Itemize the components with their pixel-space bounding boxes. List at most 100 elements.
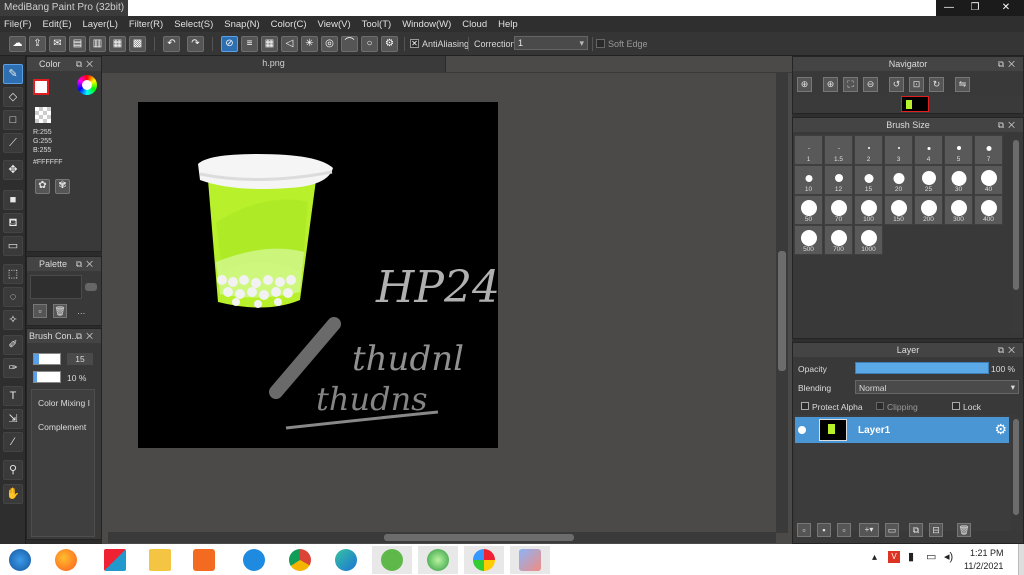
eyedropper-tool-icon[interactable]: ⚲ [3,460,23,480]
curve-snap-icon[interactable]: ⌒ [341,36,358,52]
clock-date[interactable]: 11/2/2021 [964,561,1003,571]
select-eraser-tool-icon[interactable]: ✑ [3,358,23,378]
merge-layer-icon[interactable]: ⊟ [929,523,943,537]
brush-size-slider[interactable] [33,353,61,365]
divide-tool-icon[interactable]: ⁄ [3,432,23,452]
brush-size-option[interactable]: 40 [974,165,1003,195]
tray-expand-icon[interactable]: ▴ [872,552,877,563]
redo-icon[interactable]: ↷ [187,36,204,52]
canvas-hscroll-thumb[interactable] [384,534,574,541]
correction-select[interactable]: 1 ▾ [514,36,588,50]
start-button[interactable] [0,546,40,574]
color-wheel-icon[interactable] [77,75,97,95]
perspective-snap-icon[interactable]: ◁ [281,36,298,52]
menu-cloud[interactable]: Cloud [462,19,487,30]
folder-icon[interactable]: ▭ [885,523,899,537]
medibang-icon[interactable] [464,546,504,574]
menu-edit[interactable]: Edit(E) [42,19,71,30]
visibility-icon[interactable] [798,426,806,434]
lasso-tool-icon[interactable]: ◌ [3,287,23,307]
brush-size-option[interactable]: 700 [824,225,853,255]
reset-rotation-icon[interactable]: ⊡ [909,77,924,92]
menu-snap[interactable]: Snap(N) [224,19,259,30]
clipping-checkbox[interactable] [876,402,884,410]
new-palette-icon[interactable]: ▫ [33,304,47,318]
gradient-tool-icon[interactable]: ▭ [3,236,23,256]
snap-off-icon[interactable]: ⊘ [221,36,238,52]
magic-wand-tool-icon[interactable]: ✧ [3,310,23,330]
brush-size-option[interactable]: 1.5 [824,135,853,165]
dot-tool-icon[interactable]: ⟋ [3,133,23,153]
vpn-icon[interactable] [418,546,458,574]
palette-scroll-thumb[interactable] [85,283,97,291]
canvas-vertical-scrollbar[interactable] [776,73,788,533]
protect-alpha-checkbox[interactable] [801,402,809,410]
show-desktop-button[interactable] [1018,544,1024,575]
palette-icon[interactable]: ✿ [35,179,50,194]
transparent-color-icon[interactable] [35,107,51,123]
brush-size-option[interactable]: 30 [944,165,973,195]
brush-opacity-slider[interactable] [33,371,61,383]
canvas-vscroll-thumb[interactable] [778,251,786,371]
layer-scrollbar[interactable] [1011,415,1021,531]
color-set-icon[interactable]: ✾ [55,179,70,194]
layer-row-layer1[interactable]: Layer1 ⚙ [795,417,1009,443]
chat-icon[interactable]: ✉ [49,36,66,52]
hand-tool-icon[interactable]: ✋ [3,484,23,504]
layer-settings-icon[interactable]: ⚙ [994,421,1007,438]
upload-icon[interactable]: ⇪ [29,36,46,52]
flip-icon[interactable]: ⇋ [955,77,970,92]
zoom-in-icon[interactable]: ⊕ [823,77,838,92]
brush-size-option[interactable]: 100 [854,195,883,225]
document-tab[interactable]: h.png [102,56,446,72]
new-halftone-layer-icon[interactable]: ▪ [817,523,831,537]
menu-layer[interactable]: Layer(L) [83,19,118,30]
move-tool-icon[interactable]: ✥ [3,160,23,180]
close-button[interactable]: ✕ [988,0,1024,16]
fit-view-icon[interactable]: ⛶ [843,77,858,92]
undo-icon[interactable]: ↶ [163,36,180,52]
brush-size-option[interactable]: 4 [914,135,943,165]
new-layer-icon[interactable]: ▫ [797,523,811,537]
menu-file[interactable]: File(F) [4,19,31,30]
brush-size-option[interactable]: 200 [914,195,943,225]
brush-size-option[interactable]: 70 [824,195,853,225]
brush-option-color-mixing[interactable]: Color Mixing I [38,398,90,408]
fill-rect-tool-icon[interactable]: ■ [3,190,23,210]
navigator-preview[interactable] [901,96,929,112]
brush-size-option[interactable]: 400 [974,195,1003,225]
brush-size-option[interactable]: 2 [854,135,883,165]
zoom-icon[interactable]: ⊕ [797,77,812,92]
brush-size-option[interactable]: 1000 [854,225,883,255]
brush-size-option[interactable]: 150 [884,195,913,225]
rect-select-tool-icon[interactable]: ⬚ [3,264,23,284]
brush-size-option[interactable]: 1 [794,135,823,165]
brush-size-option[interactable]: 7 [974,135,1003,165]
tiles-icon[interactable]: ▩ [129,36,146,52]
menu-window[interactable]: Window(W) [402,19,451,30]
rotate-left-icon[interactable]: ↺ [889,77,904,92]
comment-icon[interactable]: ▤ [69,36,86,52]
maximize-button[interactable]: ❐ [962,0,988,16]
brush-size-option[interactable]: 12 [824,165,853,195]
soft-edge-checkbox[interactable] [596,39,605,48]
chrome-icon[interactable] [280,546,320,574]
zoom-out-icon[interactable]: ⊖ [863,77,878,92]
menu-color[interactable]: Color(C) [271,19,307,30]
apps-icon[interactable] [95,546,135,574]
eraser-tool-icon[interactable]: ◇ [3,87,23,107]
brush-option-complement[interactable]: Complement [38,422,86,432]
duplicate-layer-icon[interactable]: ⧉ [909,523,923,537]
canvas-area[interactable]: h.png HP24 thudnl thudns [102,56,792,544]
palette-more-button[interactable]: … [77,306,86,316]
radial-snap-icon[interactable]: ✳ [301,36,318,52]
delete-layer-icon[interactable]: 🗑 [957,523,971,537]
brush-size-option[interactable]: 300 [944,195,973,225]
brush-size-option[interactable]: 3 [884,135,913,165]
grid-page-icon[interactable]: ▦ [109,36,126,52]
concentric-snap-icon[interactable]: ◎ [321,36,338,52]
edge-icon[interactable] [326,546,366,574]
cloud-icon[interactable]: ☁ [9,36,26,52]
menu-help[interactable]: Help [498,19,518,30]
select-pen-tool-icon[interactable]: ✐ [3,335,23,355]
